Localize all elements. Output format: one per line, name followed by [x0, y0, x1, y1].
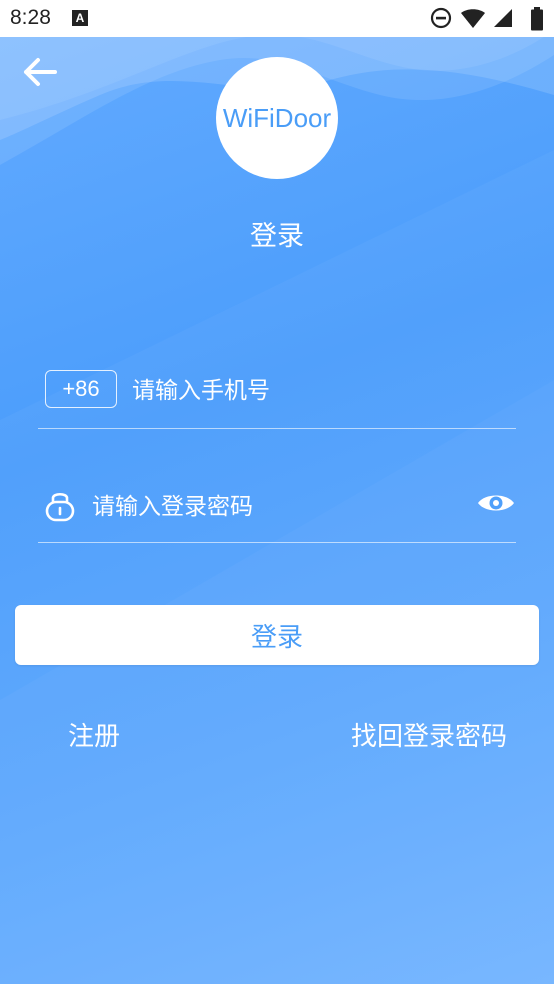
- country-code-selector[interactable]: +86: [45, 370, 117, 408]
- battery-icon: [531, 7, 543, 31]
- phone-input[interactable]: [132, 370, 502, 410]
- notification-badge-icon: A: [72, 10, 88, 26]
- password-input[interactable]: [92, 486, 462, 526]
- phone-field-row: +86: [38, 362, 516, 429]
- login-button[interactable]: 登录: [15, 605, 539, 665]
- forgot-password-link[interactable]: 找回登录密码: [351, 716, 507, 753]
- app-logo: WiFiDoor: [216, 57, 338, 179]
- eye-icon[interactable]: [476, 488, 516, 518]
- lock-icon: [45, 492, 75, 522]
- arrow-left-icon[interactable]: [22, 56, 58, 88]
- password-field-row: [38, 478, 516, 543]
- status-bar: 8:28 A: [0, 0, 554, 37]
- page-title: 登录: [250, 221, 304, 252]
- signal-icon: [494, 9, 512, 27]
- status-time: 8:28: [10, 6, 51, 29]
- do-not-disturb-icon: [430, 7, 452, 29]
- logo-text: WiFiDoor: [222, 102, 332, 133]
- login-screen: 8:28 A WiFiDoor 登录 +86 请输入手机号 登录 注册 找回登录…: [0, 0, 554, 984]
- wifi-icon: [461, 9, 485, 28]
- register-link[interactable]: 注册: [68, 716, 120, 753]
